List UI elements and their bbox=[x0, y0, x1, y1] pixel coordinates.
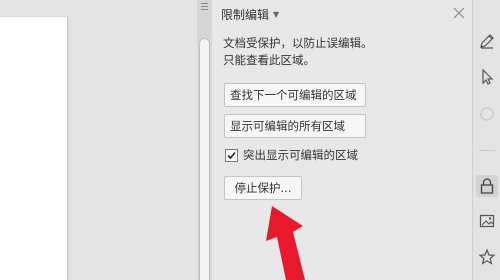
highlight-checkbox[interactable] bbox=[225, 148, 238, 162]
image-icon[interactable] bbox=[476, 210, 498, 232]
protection-description: 文档受保护，以防止误编辑。 只能查看此区域。 bbox=[223, 35, 423, 69]
find-next-editable-region-button[interactable]: 查找下一个可编辑的区域 bbox=[224, 83, 366, 107]
highlight-editable-regions-option[interactable]: 突出显示可编辑的区域 bbox=[225, 147, 358, 163]
chevron-down-icon[interactable]: ▼ bbox=[273, 10, 279, 19]
document-area[interactable] bbox=[0, 0, 197, 280]
pen-icon[interactable] bbox=[476, 30, 498, 52]
close-icon[interactable] bbox=[452, 6, 466, 20]
cursor-icon[interactable] bbox=[476, 66, 498, 88]
pane-title: 限制编辑 bbox=[221, 7, 270, 22]
document-page[interactable] bbox=[0, 17, 67, 280]
splitter-grip-icon[interactable] bbox=[201, 3, 208, 13]
shape-icon[interactable] bbox=[476, 103, 498, 125]
lock-icon[interactable] bbox=[476, 175, 498, 197]
description-line: 只能查看此区域。 bbox=[223, 53, 315, 67]
pane-splitter[interactable] bbox=[197, 0, 212, 280]
checkmark-icon bbox=[227, 151, 236, 159]
restrict-editing-pane: 限制编辑 ▼ 文档受保护，以防止误编辑。 只能查看此区域。 查找下一个可编辑的区… bbox=[212, 0, 472, 280]
pane-header[interactable]: 限制编辑 ▼ bbox=[221, 6, 279, 22]
description-line: 文档受保护，以防止误编辑。 bbox=[223, 36, 373, 50]
scrollbar[interactable] bbox=[199, 24, 210, 280]
right-toolbar bbox=[472, 0, 500, 280]
star-icon[interactable] bbox=[476, 246, 498, 268]
scrollbar-thumb[interactable] bbox=[199, 38, 210, 280]
show-all-editable-regions-button[interactable]: 显示可编辑的所有区域 bbox=[224, 114, 366, 138]
toolbar-divider bbox=[479, 150, 495, 151]
stop-protection-button[interactable]: 停止保护... bbox=[224, 176, 302, 200]
highlight-checkbox-label: 突出显示可编辑的区域 bbox=[243, 148, 358, 162]
